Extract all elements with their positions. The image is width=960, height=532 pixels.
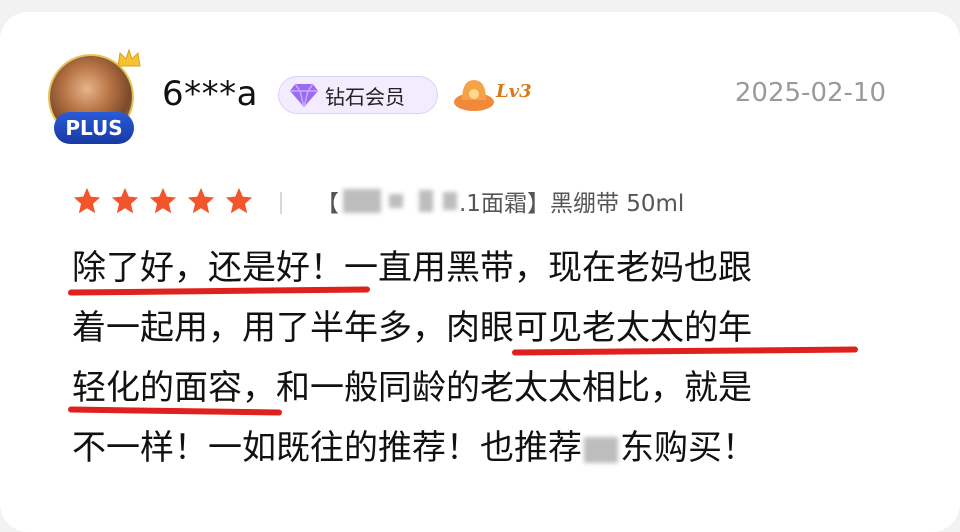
- star-icon: [225, 187, 253, 214]
- star-icon: [187, 187, 215, 214]
- diamond-icon: [290, 83, 318, 108]
- diamond-member-badge: 钻石会员: [278, 76, 438, 114]
- redacted-text: [389, 194, 403, 208]
- review-date: 2025-02-10: [734, 78, 886, 108]
- redacted-text: [584, 436, 618, 463]
- cowboy-hat-icon: [454, 80, 494, 111]
- star-rating: [72, 186, 254, 216]
- username[interactable]: 6***a: [162, 74, 258, 114]
- plus-badge: PLUS: [54, 112, 134, 144]
- review-line: 不一样！一如既往的推荐！也推荐 东购买！: [72, 428, 756, 468]
- review-line: 着一起用，用了半年多，肉眼可见老太太的年: [72, 298, 902, 358]
- redacted-text: [343, 189, 381, 213]
- product-bracket: 【: [316, 191, 339, 217]
- product-name: .1面霜】黑绷带 50ml: [459, 191, 685, 217]
- star-icon: [149, 187, 177, 214]
- redacted-text: [419, 190, 433, 212]
- member-label: 钻石会员: [325, 84, 405, 109]
- product-spec[interactable]: 【 .1面霜】黑绷带 50ml: [316, 184, 684, 218]
- divider: [280, 192, 282, 214]
- review-line: 轻化的面容，和一般同龄的老太太相比，就是: [67, 358, 902, 418]
- level-label: Lv3: [496, 81, 532, 102]
- review-text: 除了好，还是好！一直用黑带，现在老妈也跟 着一起用，用了半年多，肉眼可见老太太的…: [67, 238, 902, 478]
- crown-icon: [117, 48, 141, 67]
- star-icon: [111, 187, 139, 214]
- level-badge: Lv3: [452, 72, 552, 116]
- review-line: 除了好，还是好！一直用黑带，现在老妈也跟: [67, 238, 902, 298]
- redacted-text: [443, 192, 457, 210]
- user-avatar[interactable]: PLUS: [48, 48, 141, 144]
- star-icon: [73, 187, 101, 214]
